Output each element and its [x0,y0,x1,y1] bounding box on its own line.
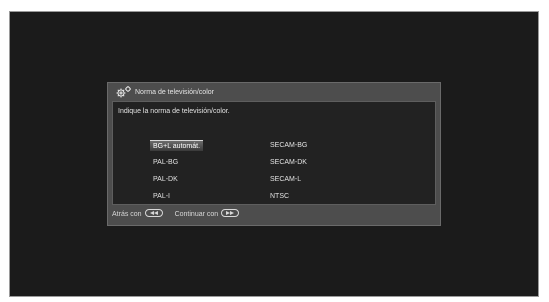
option-pal-i[interactable]: PAL-I [153,192,170,202]
tv-screen: Norma de televisión/color Indique la nor… [9,11,539,297]
dialog-header: Norma de televisión/color [108,83,440,101]
continue-label: Continuar con [174,210,219,218]
dialog-title: Norma de televisión/color [135,88,214,96]
option-secam-l[interactable]: SECAM-L [270,175,301,185]
option-pal-bg[interactable]: PAL-BG [153,158,178,168]
option-pal-dk[interactable]: PAL-DK [153,175,178,185]
continue-hint[interactable]: Continuar con [175,209,240,219]
dialog-prompt: Indique la norma de televisión/color. [118,108,230,115]
option-secam-bg[interactable]: SECAM-BG [270,141,307,151]
option-ntsc[interactable]: NTSC [270,192,289,202]
dialog-content: Indique la norma de televisión/color. BG… [112,101,436,205]
settings-gears-icon [115,85,133,99]
fast-forward-key-icon [221,209,240,219]
option-bg-l-auto[interactable]: BG+L automát. [150,140,204,151]
dialog-footer: Atrás con Continuar con [112,207,436,221]
back-hint[interactable]: Atrás con [112,209,163,219]
tv-standard-dialog: Norma de televisión/color Indique la nor… [107,82,441,226]
back-label: Atrás con [112,210,142,218]
option-secam-dk[interactable]: SECAM-DK [270,158,307,168]
rewind-key-icon [144,209,163,219]
